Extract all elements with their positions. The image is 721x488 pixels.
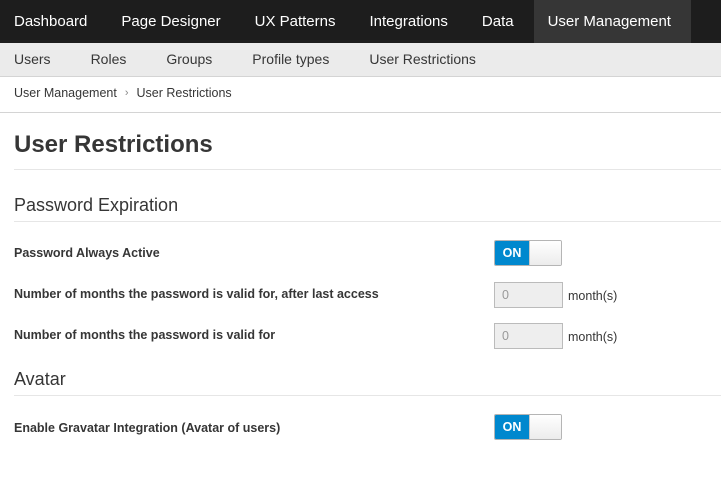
password-always-active-toggle[interactable]: ON <box>494 240 562 266</box>
months-after-access-unit: month(s) <box>568 289 618 303</box>
topnav-integrations[interactable]: Integrations <box>356 0 468 43</box>
topnav-dashboard[interactable]: Dashboard <box>0 0 107 43</box>
months-after-access-label: Number of months the password is valid f… <box>14 287 379 301</box>
topnav-data[interactable]: Data <box>468 0 534 43</box>
subnav-user-restrictions[interactable]: User Restrictions <box>369 43 496 76</box>
months-valid-label: Number of months the password is valid f… <box>14 328 276 342</box>
topnav-page-designer[interactable]: Page Designer <box>107 0 240 43</box>
months-valid-unit: month(s) <box>568 330 618 344</box>
toggle-on-label: ON <box>495 415 529 439</box>
divider <box>14 169 721 170</box>
subnav-users[interactable]: Users <box>14 43 91 76</box>
topnav-ux-patterns[interactable]: UX Patterns <box>241 0 356 43</box>
section-title-avatar: Avatar <box>14 369 66 389</box>
breadcrumb-parent[interactable]: User Management <box>14 86 117 100</box>
subnav-profile-types[interactable]: Profile types <box>252 43 369 76</box>
page-title: User Restrictions <box>14 131 213 158</box>
section-title-password-expiration: Password Expiration <box>14 195 179 215</box>
topnav-user-management[interactable]: User Management <box>533 0 691 43</box>
breadcrumb: User Management › User Restrictions <box>14 86 232 100</box>
gravatar-integration-label: Enable Gravatar Integration (Avatar of u… <box>14 421 281 435</box>
top-navigation: Dashboard Page Designer UX Patterns Inte… <box>0 0 721 43</box>
months-valid-input[interactable] <box>494 323 563 349</box>
gravatar-integration-toggle[interactable]: ON <box>494 414 562 440</box>
divider <box>0 112 721 113</box>
divider <box>14 221 721 222</box>
months-after-access-input[interactable] <box>494 282 563 308</box>
subnav-groups[interactable]: Groups <box>166 43 252 76</box>
sub-navigation: Users Roles Groups Profile types User Re… <box>0 43 721 77</box>
toggle-knob <box>529 241 561 265</box>
breadcrumb-current: User Restrictions <box>136 86 232 100</box>
divider <box>14 395 721 396</box>
subnav-roles[interactable]: Roles <box>91 43 167 76</box>
toggle-on-label: ON <box>495 241 529 265</box>
toggle-knob <box>529 415 561 439</box>
chevron-right-icon: › <box>124 87 129 99</box>
password-always-active-label: Password Always Active <box>14 246 160 260</box>
